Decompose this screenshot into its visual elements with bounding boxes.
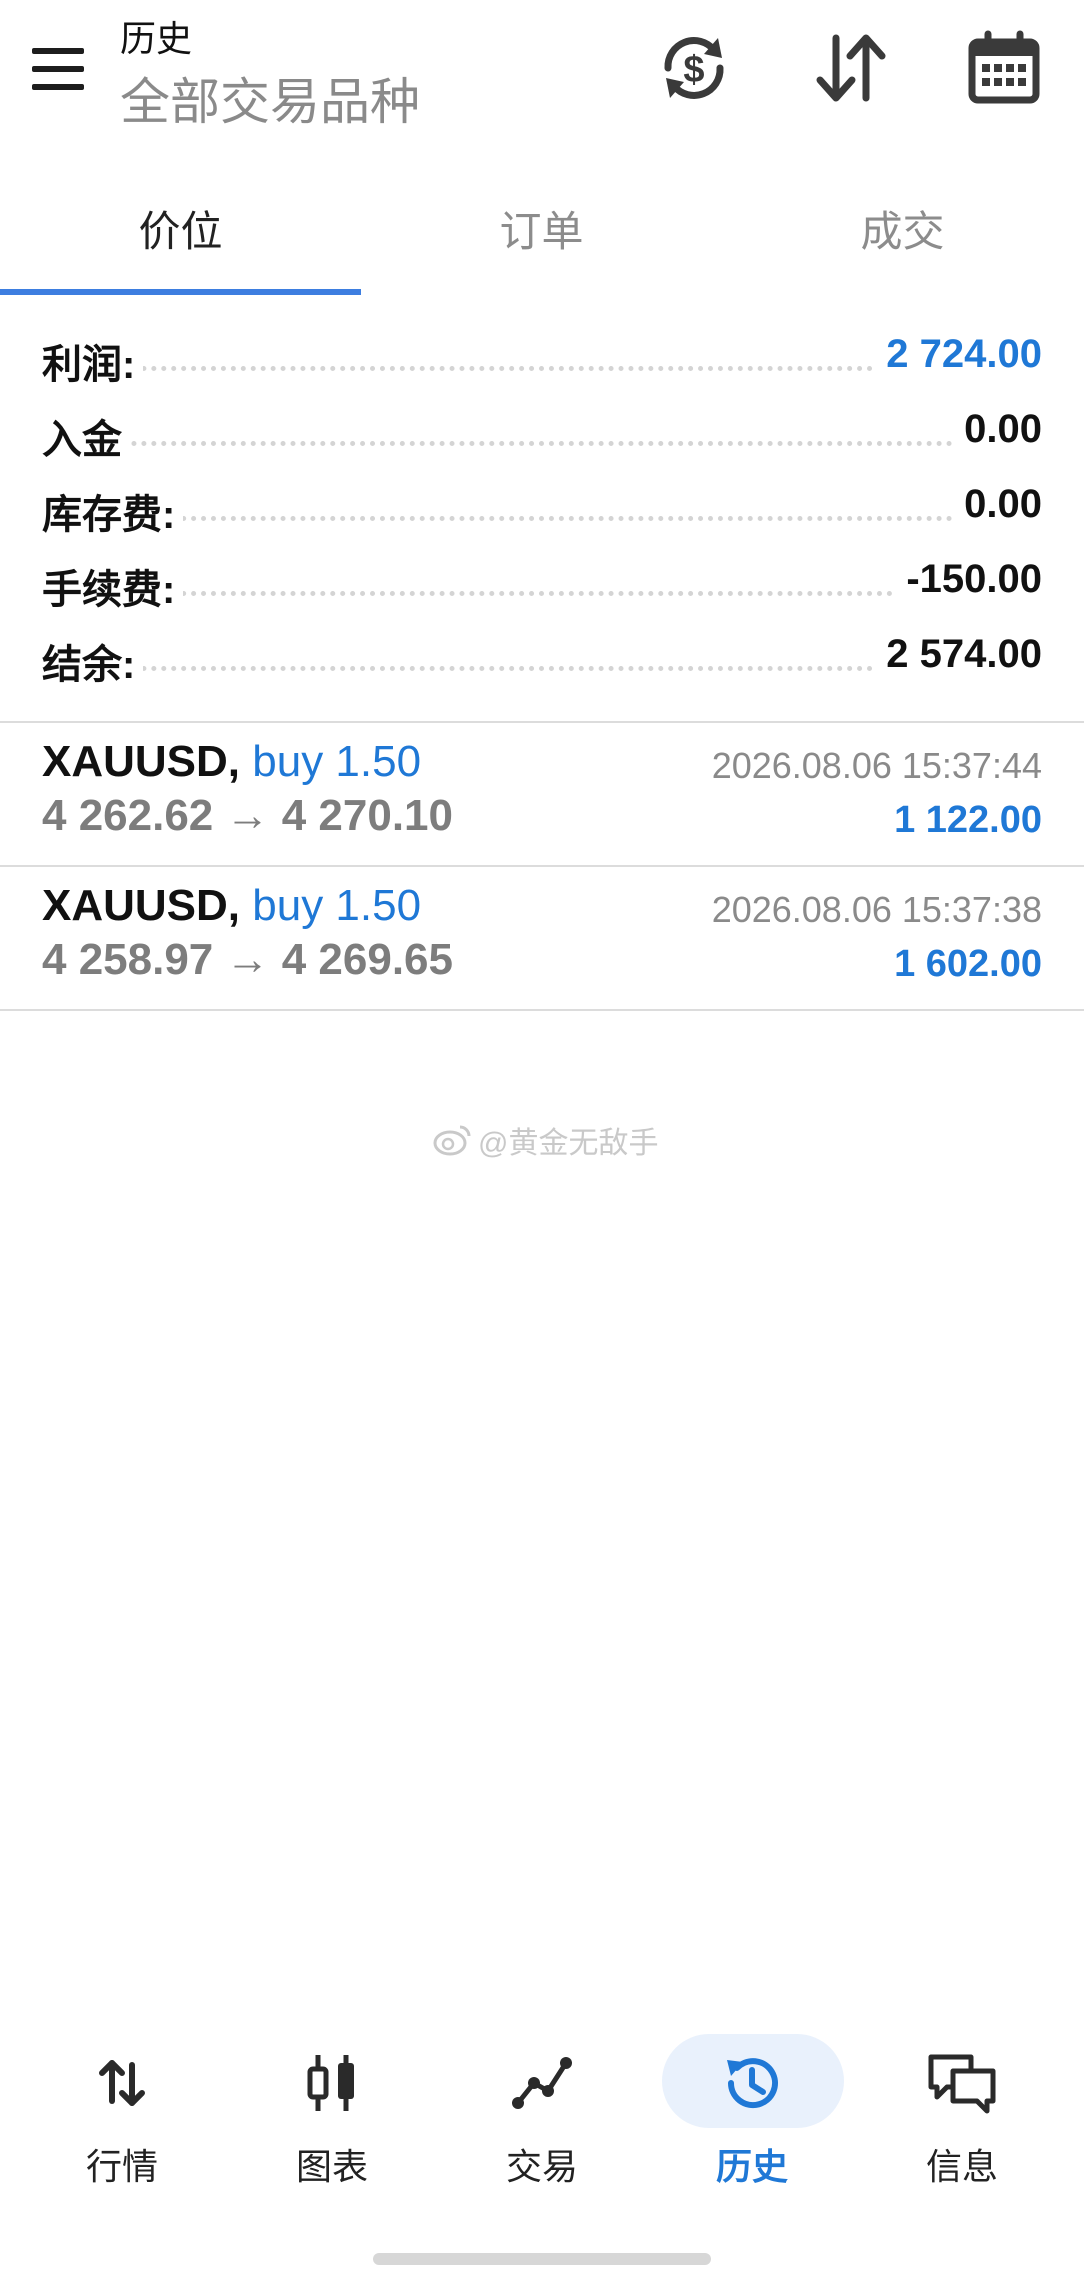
menu-icon-bar: [32, 84, 84, 90]
sort-arrows-icon[interactable]: [808, 26, 892, 110]
top-app-bar: 历史 全部交易品种 $: [0, 0, 1084, 160]
deal-symbol: XAUUSD,: [42, 881, 241, 930]
summary-label: 结余:: [42, 632, 144, 690]
deal-type: buy 1.50: [252, 737, 422, 786]
tab-bar: 价位 订单 成交: [0, 160, 1084, 296]
summary-label: 入金: [42, 407, 130, 465]
summary-row-commission: 手续费: -150.00: [0, 545, 1084, 620]
nav-label: 历史: [715, 2146, 788, 2187]
list-item[interactable]: XAUUSD, buy 1.50 4 262.62 → 4 270.10 202…: [0, 723, 1084, 865]
dotted-leader: [42, 591, 1042, 596]
nav-item-history[interactable]: 历史: [652, 2010, 852, 2200]
summary-panel: 利润: 2 724.00 入金 0.00 库存费: 0.00 手续费: -150…: [0, 320, 1084, 695]
deal-symbol-line: XAUUSD, buy 1.50: [42, 881, 421, 931]
dotted-leader: [42, 441, 1042, 446]
deal-prices: 4 262.62 → 4 270.10: [42, 791, 453, 840]
summary-value: 0.00: [954, 407, 1042, 452]
candlestick-chart-icon: [307, 2055, 354, 2111]
nav-icon-wrap: [442, 2034, 642, 2132]
summary-value: 0.00: [954, 482, 1042, 527]
nav-icon-wrap: [22, 2034, 222, 2132]
deal-time: 2026.08.06 15:37:44: [711, 745, 1042, 786]
summary-label: 利润:: [42, 332, 144, 390]
summary-row-profit: 利润: 2 724.00: [0, 320, 1084, 395]
nav-item-messages[interactable]: 信息: [862, 2010, 1062, 2200]
weibo-icon: [433, 1125, 471, 1156]
divider: [0, 1009, 1084, 1011]
messages-icon: [928, 2054, 996, 2114]
svg-text:$: $: [683, 49, 704, 91]
tab-positions[interactable]: 价位: [0, 160, 361, 296]
summary-value: 2 724.00: [876, 332, 1042, 377]
deal-prices: 4 258.97 → 4 269.65: [42, 935, 453, 984]
nav-label: 交易: [505, 2146, 578, 2187]
bottom-navigation: 行情 图表 交易 历史 信息: [0, 2010, 1084, 2200]
summary-row-swap: 库存费: 0.00: [0, 470, 1084, 545]
active-tab-indicator: [0, 289, 361, 295]
menu-icon: [32, 48, 84, 54]
symbol-filter-label[interactable]: 全部交易品种: [120, 62, 420, 134]
calendar-icon[interactable]: [962, 26, 1046, 110]
nav-item-charts[interactable]: 图表: [232, 2010, 432, 2200]
deal-time: 2026.08.06 15:37:38: [711, 889, 1042, 930]
summary-value: -150.00: [896, 557, 1042, 602]
list-item[interactable]: XAUUSD, buy 1.50 4 258.97 → 4 269.65 202…: [0, 867, 1084, 1009]
currency-exchange-icon[interactable]: $: [652, 26, 736, 110]
nav-label: 图表: [295, 2146, 368, 2187]
nav-icon-wrap: [232, 2034, 432, 2132]
nav-icon-wrap: [862, 2034, 1062, 2132]
deal-profit: 1 122.00: [894, 799, 1042, 841]
quotes-arrows-icon: [99, 2060, 145, 2106]
watermark: @黄金无敌手: [432, 1118, 658, 1162]
watermark-text: @黄金无敌手: [478, 1127, 659, 1160]
summary-label: 库存费:: [42, 482, 184, 540]
summary-row-deposit: 入金 0.00: [0, 395, 1084, 470]
tab-deals[interactable]: 成交: [722, 160, 1083, 296]
deal-symbol-line: XAUUSD, buy 1.50: [42, 737, 421, 787]
summary-row-balance: 结余: 2 574.00: [0, 620, 1084, 695]
menu-icon-bar: [32, 66, 84, 72]
tab-orders[interactable]: 订单: [361, 160, 722, 296]
menu-button[interactable]: [28, 40, 92, 104]
dotted-leader: [42, 516, 1042, 521]
page-title: 历史: [120, 18, 193, 59]
nav-label: 行情: [85, 2146, 158, 2187]
trade-line-icon: [512, 2057, 572, 2109]
nav-icon-wrap: [652, 2034, 852, 2132]
home-indicator[interactable]: [373, 2253, 711, 2265]
nav-item-trade[interactable]: 交易: [442, 2010, 642, 2200]
deal-profit: 1 602.00: [894, 943, 1042, 985]
history-clock-icon: [727, 2058, 778, 2109]
deal-symbol: XAUUSD,: [42, 737, 241, 786]
nav-label: 信息: [925, 2146, 998, 2187]
summary-label: 手续费:: [42, 557, 184, 615]
summary-value: 2 574.00: [876, 632, 1042, 677]
deal-type: buy 1.50: [252, 881, 422, 930]
nav-item-quotes[interactable]: 行情: [22, 2010, 222, 2200]
